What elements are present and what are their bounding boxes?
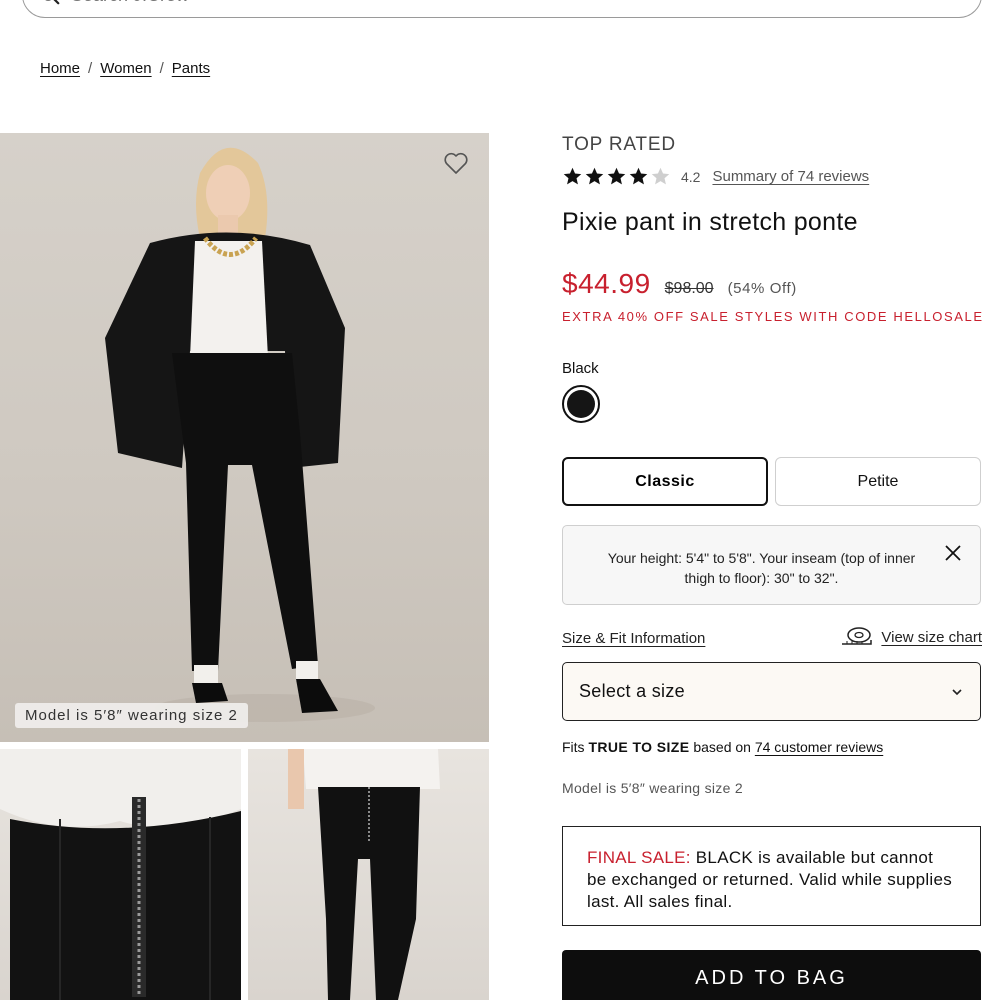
product-thumbnail-back[interactable] xyxy=(248,749,489,1000)
fit-summary-prefix: Fits xyxy=(562,739,585,755)
product-title: Pixie pant in stretch ponte xyxy=(562,208,858,236)
rating-row: 4.2 Summary of 74 reviews xyxy=(562,166,982,187)
model-size-note: Model is 5′8″ wearing size 2 xyxy=(562,780,743,796)
search-icon xyxy=(45,0,60,5)
reviews-summary-link[interactable]: Summary of 74 reviews xyxy=(712,168,869,185)
model-size-badge: Model is 5′8″ wearing size 2 xyxy=(15,703,248,728)
add-to-bag-button[interactable]: ADD TO BAG xyxy=(562,950,981,1000)
measuring-tape-icon xyxy=(842,627,873,645)
fit-tab-classic[interactable]: Classic xyxy=(562,457,768,506)
size-select-label: Select a size xyxy=(579,681,685,701)
model-illustration xyxy=(105,147,375,722)
percent-off: (54% Off) xyxy=(727,280,797,297)
fit-summary-verdict: TRUE TO SIZE xyxy=(588,739,690,755)
breadcrumb-women[interactable]: Women xyxy=(100,60,151,77)
search-bar[interactable] xyxy=(22,0,982,18)
view-size-chart-link[interactable]: View size chart xyxy=(881,629,982,646)
star-rating xyxy=(562,166,671,187)
height-info-box: Your height: 5'4" to 5'8". Your inseam (… xyxy=(562,525,981,605)
final-sale-notice: FINAL SALE: BLACK is available but canno… xyxy=(562,826,981,926)
color-name: Black xyxy=(562,360,599,377)
customer-reviews-link[interactable]: 74 customer reviews xyxy=(755,739,883,755)
star-icon xyxy=(563,167,582,185)
fit-summary-middle: based on xyxy=(693,739,751,755)
chevron-down-icon xyxy=(952,688,962,695)
size-chart-link-group[interactable]: View size chart xyxy=(841,626,982,648)
zipper-detail-image xyxy=(0,749,241,1000)
star-icon xyxy=(607,167,626,185)
breadcrumb-separator: / xyxy=(159,60,164,77)
star-empty-icon xyxy=(651,167,670,185)
search-input[interactable] xyxy=(71,0,671,6)
back-view-image xyxy=(288,749,440,1000)
breadcrumb-pants[interactable]: Pants xyxy=(172,60,210,77)
product-hero-image[interactable]: Model is 5′8″ wearing size 2 xyxy=(0,133,489,742)
height-info-text: Your height: 5'4" to 5'8". Your inseam (… xyxy=(607,550,916,586)
color-swatch-black[interactable] xyxy=(562,385,600,423)
size-fit-info-link[interactable]: Size & Fit Information xyxy=(562,630,705,647)
star-icon xyxy=(585,167,604,185)
size-select-dropdown[interactable]: Select a size xyxy=(562,662,981,721)
breadcrumb: Home / Women / Pants xyxy=(40,60,210,77)
swatch-fill xyxy=(567,390,595,418)
top-rated-badge: TOP RATED xyxy=(562,134,676,155)
promo-message: EXTRA 40% OFF SALE STYLES WITH CODE HELL… xyxy=(562,309,984,324)
close-icon[interactable] xyxy=(944,544,962,562)
breadcrumb-home[interactable]: Home xyxy=(40,60,80,77)
breadcrumb-separator: / xyxy=(88,60,93,77)
sale-price: $44.99 xyxy=(562,268,651,299)
original-price: $98.00 xyxy=(664,280,714,297)
fit-summary: Fits TRUE TO SIZE based on 74 customer r… xyxy=(562,739,883,755)
product-thumbnail-detail[interactable] xyxy=(0,749,241,1000)
final-sale-label: FINAL SALE: xyxy=(587,848,691,867)
heart-icon[interactable] xyxy=(443,151,469,175)
rating-value: 4.2 xyxy=(681,168,701,185)
fit-tab-petite[interactable]: Petite xyxy=(775,457,981,506)
star-icon xyxy=(629,167,648,185)
price-row: $44.99 $98.00 (54% Off) xyxy=(562,268,797,300)
